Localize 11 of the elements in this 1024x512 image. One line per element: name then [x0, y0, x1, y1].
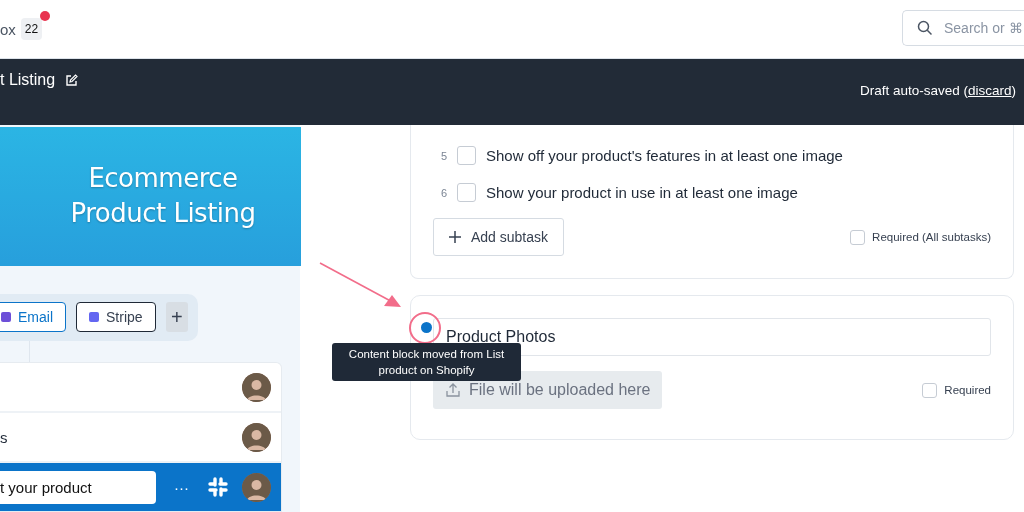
subtask-number: 6	[439, 186, 447, 199]
required-label: Required (All subtasks)	[872, 231, 991, 243]
banner-title: Ecommerce Product Listing	[69, 162, 257, 231]
subtask-text: Show your product in use in at least one image	[486, 184, 798, 201]
subtask-number: 5	[439, 149, 447, 162]
required-label: Required	[944, 384, 991, 396]
page-title: t Listing	[0, 71, 56, 89]
autosave-status: Draft auto-saved (discard)	[859, 83, 1016, 100]
task-title: s	[0, 428, 9, 446]
tooltip: Content block moved from List product on Shopify	[332, 343, 521, 381]
subtask-text: Show off your product's features in at least one image	[486, 147, 843, 164]
